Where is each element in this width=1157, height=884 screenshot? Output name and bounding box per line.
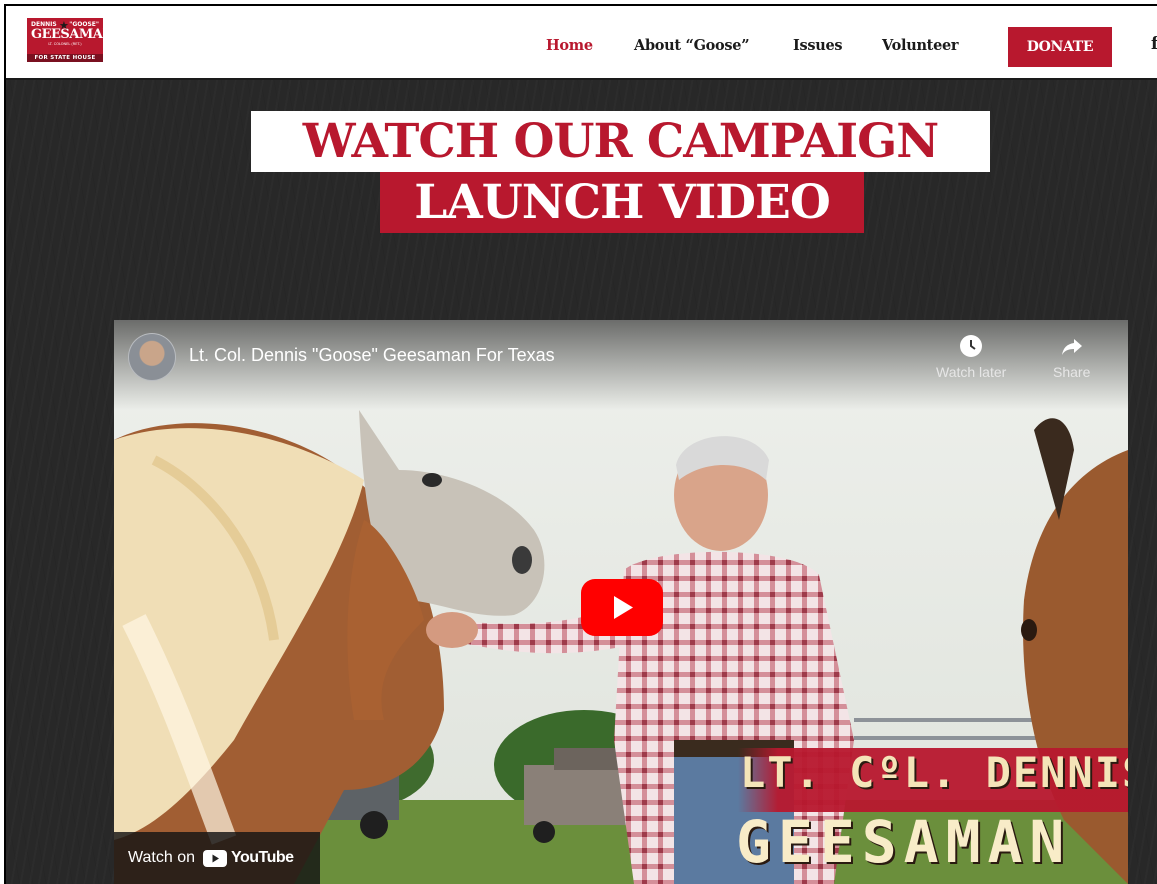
clock-icon xyxy=(960,335,983,357)
site-header: DENNIS "GOOSE" ★ GEESAMAN LT. COLONEL (R… xyxy=(6,6,1157,80)
youtube-logo-icon xyxy=(203,849,227,867)
channel-avatar[interactable] xyxy=(128,333,176,381)
section-title-line1: WATCH OUR CAMPAIGN xyxy=(251,111,990,172)
facebook-icon[interactable]: f xyxy=(1151,34,1157,54)
main-nav: Home About “Goose” Issues Volunteer DONA… xyxy=(6,6,1157,78)
video-section: WATCH OUR CAMPAIGN LAUNCH VIDEO Lt. Col.… xyxy=(6,80,1157,884)
nav-item-issues[interactable]: Issues xyxy=(793,37,843,54)
play-button[interactable] xyxy=(581,579,663,636)
lower-third-name: GEESAMAN xyxy=(736,808,1072,876)
donate-button[interactable]: DONATE xyxy=(1008,27,1112,67)
youtube-embed[interactable]: Lt. Col. Dennis "Goose" Geesaman For Tex… xyxy=(114,320,1128,884)
section-title-line2: LAUNCH VIDEO xyxy=(380,172,864,233)
watch-later-label: Watch later xyxy=(936,364,1007,380)
nav-item-about[interactable]: About “Goose” xyxy=(634,37,750,54)
video-title[interactable]: Lt. Col. Dennis "Goose" Geesaman For Tex… xyxy=(189,345,555,366)
page: DENNIS "GOOSE" ★ GEESAMAN LT. COLONEL (R… xyxy=(4,4,1157,884)
play-icon xyxy=(581,579,663,636)
lower-third-rank: LT. CºL. DENNIS xyxy=(740,748,1128,797)
nav-item-volunteer[interactable]: Volunteer xyxy=(882,37,959,54)
share-arrow-icon xyxy=(1061,339,1082,355)
watch-later-button[interactable]: Watch later xyxy=(936,334,1006,380)
share-button[interactable]: Share xyxy=(1053,334,1090,380)
share-label: Share xyxy=(1053,364,1091,380)
youtube-brand: YouTube xyxy=(203,849,294,867)
youtube-label: YouTube xyxy=(231,849,294,866)
watch-on-youtube-button[interactable]: Watch on YouTube xyxy=(114,832,320,884)
nav-item-home[interactable]: Home xyxy=(546,37,593,54)
watch-on-label: Watch on xyxy=(128,849,195,866)
